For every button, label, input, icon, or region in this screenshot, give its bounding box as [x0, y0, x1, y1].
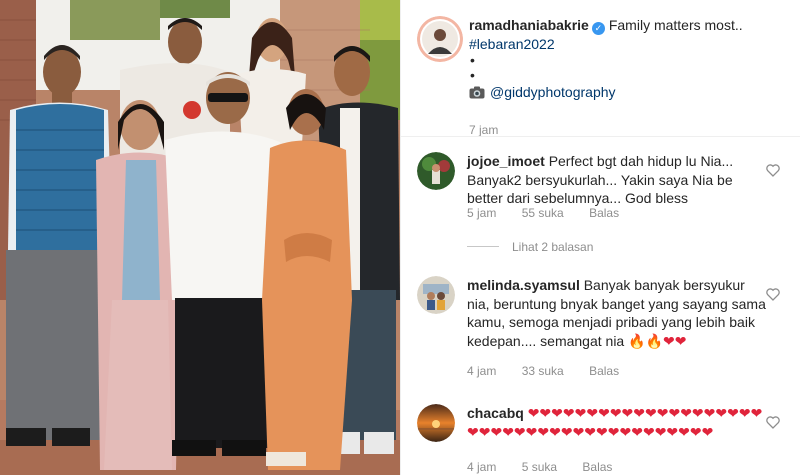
comment-meta: 5 jam 55 suka Balas: [467, 206, 641, 220]
comment-meta: 4 jam 5 suka Balas: [467, 460, 634, 474]
reply-button[interactable]: Balas: [589, 206, 619, 220]
comment-emojis: 🔥🔥❤❤: [628, 333, 687, 350]
family-photo-image: [0, 0, 400, 475]
commenter-avatar[interactable]: [417, 152, 455, 190]
commenter-avatar[interactable]: [417, 404, 455, 442]
caption-bullet: •: [470, 52, 475, 68]
camera-icon: [469, 85, 485, 99]
comment-text: jojoe_imoet Perfect bgt dah hidup lu Nia…: [467, 152, 767, 208]
mention-link[interactable]: @giddyphotography: [490, 84, 616, 100]
comment-likes[interactable]: 55 suka: [522, 206, 564, 220]
reply-button[interactable]: Balas: [589, 364, 619, 378]
replies-line: [467, 246, 499, 247]
post-caption: ramadhaniabakrie ✓ Family matters most.. #…: [417, 16, 788, 137]
caption-bullet: •: [470, 67, 475, 83]
view-replies-button[interactable]: Lihat 2 balasan: [467, 240, 593, 254]
divider: [401, 136, 800, 137]
comment-likes[interactable]: 33 suka: [522, 364, 564, 378]
caption-text: Family matters most..: [608, 17, 743, 33]
comment-username[interactable]: chacabq: [467, 405, 524, 421]
comment-text: melinda.syamsul Banyak banyak bersyukur …: [467, 276, 767, 351]
post-time[interactable]: 7 jam: [469, 123, 498, 137]
comment-username[interactable]: jojoe_imoet: [467, 153, 545, 169]
like-heart-icon[interactable]: [766, 164, 780, 177]
comments-panel: ramadhaniabakrie ✓ Family matters most.. #…: [400, 0, 800, 475]
verified-badge-icon: ✓: [591, 22, 605, 35]
author-username[interactable]: ramadhaniabakrie: [469, 17, 589, 33]
comment-likes[interactable]: 5 suka: [522, 460, 557, 474]
comment-meta: 4 jam 33 suka Balas: [467, 364, 641, 378]
comment-username[interactable]: melinda.syamsul: [467, 277, 580, 293]
reply-button[interactable]: Balas: [582, 460, 612, 474]
post-photo[interactable]: [0, 0, 400, 475]
comment-time[interactable]: 5 jam: [467, 206, 496, 220]
like-heart-icon[interactable]: [766, 416, 780, 429]
caption-body: ramadhaniabakrie ✓ Family matters most.. #…: [469, 16, 788, 101]
comment-time[interactable]: 4 jam: [467, 364, 496, 378]
hashtag-link[interactable]: #lebaran2022: [469, 36, 555, 52]
comment-time[interactable]: 4 jam: [467, 460, 496, 474]
author-avatar[interactable]: [417, 16, 463, 62]
commenter-avatar[interactable]: [417, 276, 455, 314]
comment-text: chacabq ❤❤❤❤❤❤❤❤❤❤❤❤❤❤❤❤❤❤❤❤❤❤❤❤❤❤❤❤❤❤❤❤…: [467, 404, 767, 441]
view-replies-label: Lihat 2 balasan: [512, 240, 594, 254]
like-heart-icon[interactable]: [766, 288, 780, 301]
